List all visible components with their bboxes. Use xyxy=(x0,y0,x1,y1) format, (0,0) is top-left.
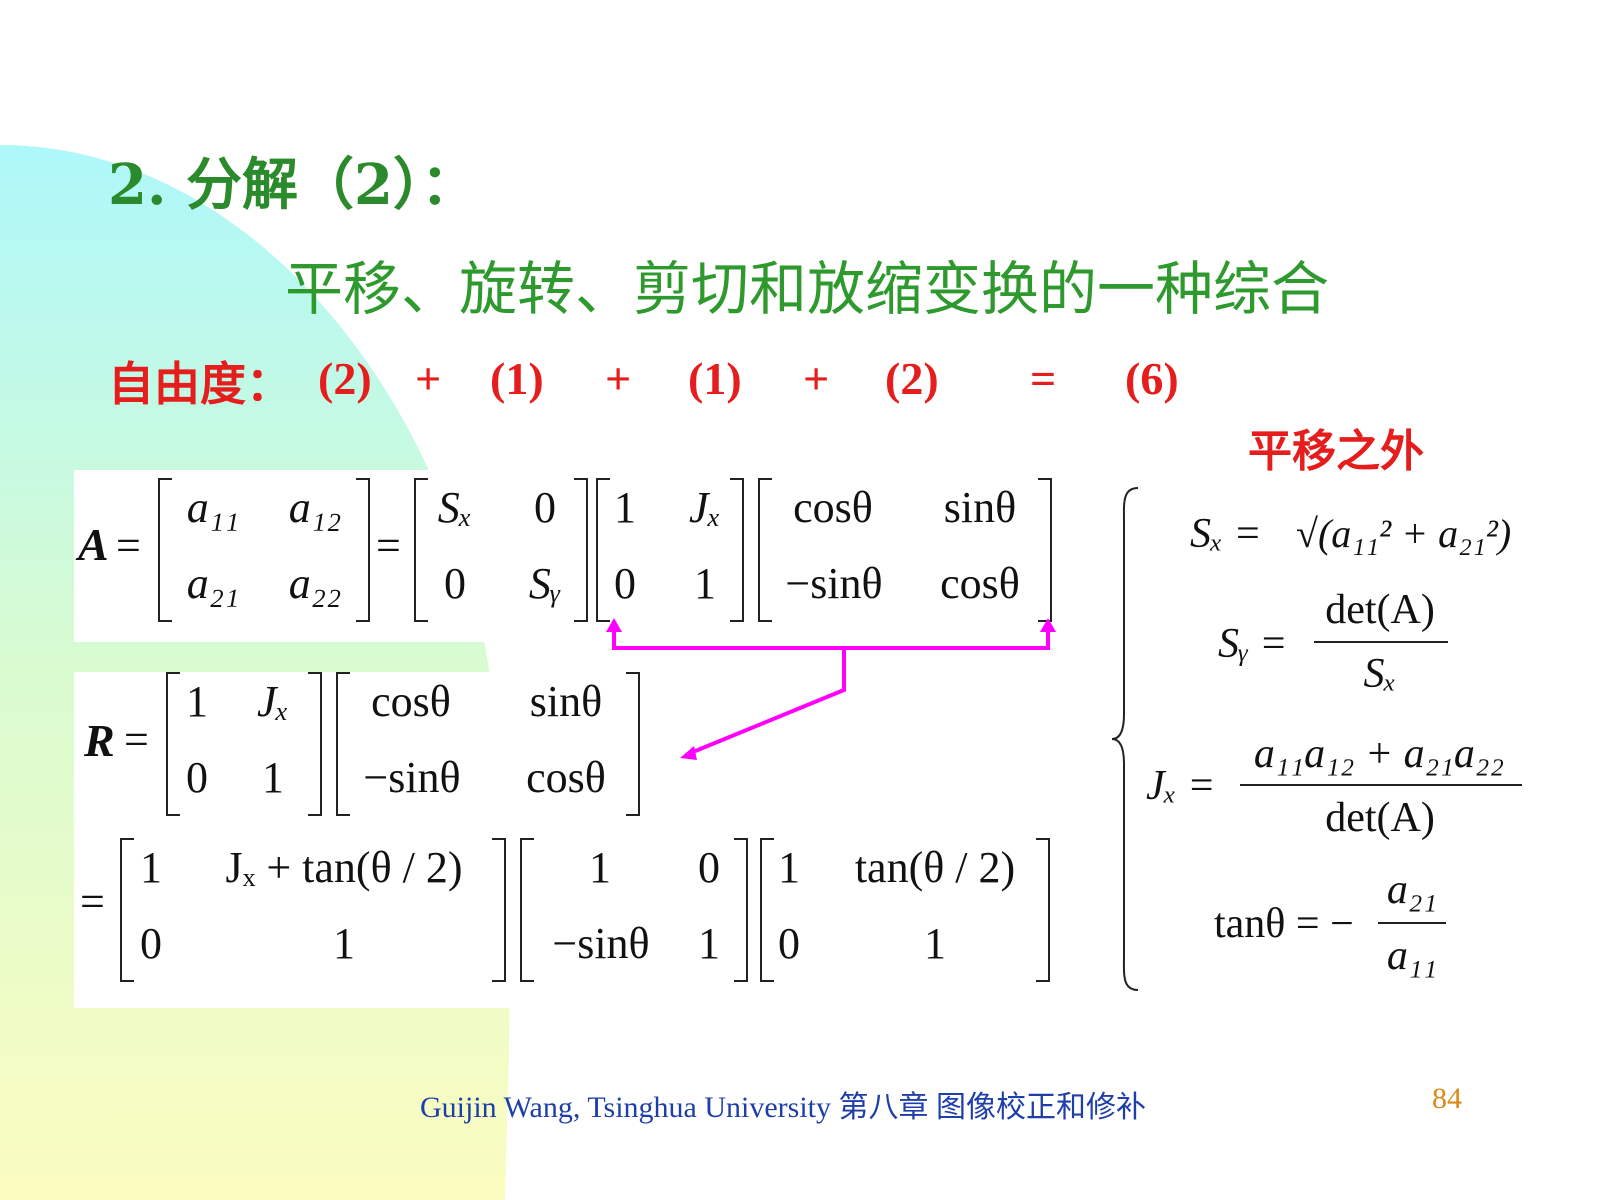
jx-fraction-bar xyxy=(1240,784,1522,786)
tan-denominator: a₁₁ xyxy=(1386,933,1438,979)
arrow-heads xyxy=(606,618,1056,760)
tan-fraction-bar xyxy=(1378,922,1446,924)
tan-numerator: a₂₁ xyxy=(1386,867,1438,913)
tan-formula-lhs: tanθ = − xyxy=(1214,901,1354,947)
sy-denominator: Sₓ xyxy=(1363,651,1397,697)
footer-credit: Guijin Wang, Tsinghua University 第八章 图像校… xyxy=(420,1091,1147,1124)
jx-denominator: det(A) xyxy=(1325,795,1435,841)
sy-formula-lhs: Sᵧ = xyxy=(1218,621,1288,667)
left-brace xyxy=(1111,487,1139,991)
sy-fraction-bar xyxy=(1314,641,1448,643)
jx-formula-lhs: Jₓ = xyxy=(1146,763,1216,809)
jx-numerator: a₁₁a₁₂ + a₂₁a₂₂ xyxy=(1253,731,1505,777)
sy-numerator: det(A) xyxy=(1325,587,1435,633)
sx-formula-rhs: √(a₁₁² + a₂₁²) xyxy=(1296,511,1512,556)
sx-formula-lhs: Sₓ = xyxy=(1190,511,1262,557)
arrow-connector xyxy=(612,628,1050,756)
page-number: 84 xyxy=(1432,1082,1462,1115)
